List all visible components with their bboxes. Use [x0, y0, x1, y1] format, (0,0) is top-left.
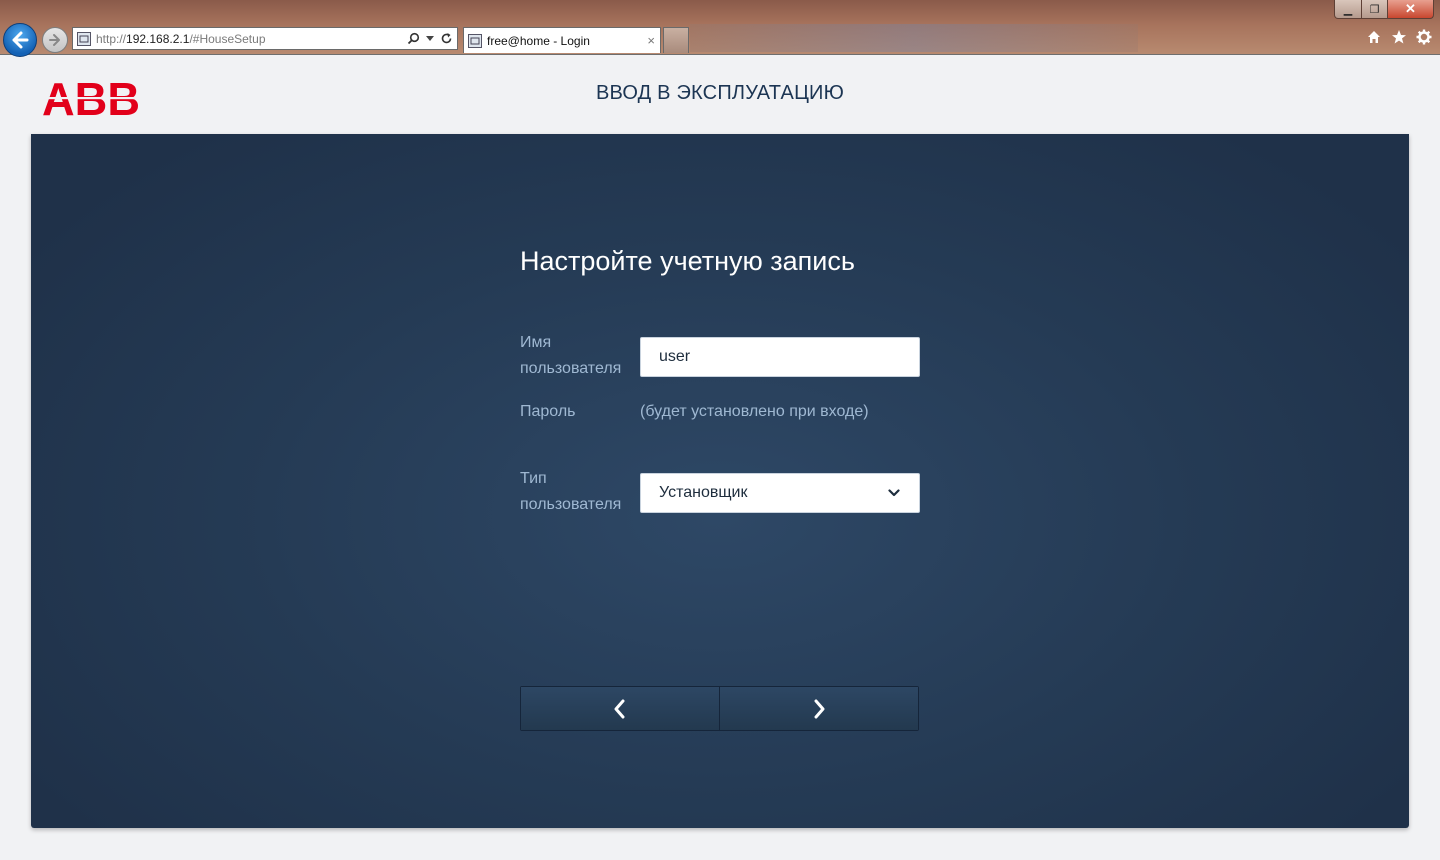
search-icon[interactable] — [407, 32, 420, 45]
new-tab-button[interactable] — [663, 27, 689, 53]
address-bar[interactable]: http://192.168.2.1/#HouseSetup — [72, 27, 458, 50]
tab-page-icon — [468, 33, 482, 48]
page-header: ABB ВВОД В ЭКСПЛУАТАЦИЮ — [0, 56, 1440, 134]
password-note: (будет установлено при входе) — [640, 403, 869, 420]
chevron-right-icon — [814, 699, 825, 718]
user-type-select[interactable]: Установщик — [640, 473, 920, 513]
minimize-button[interactable]: ▁ — [1334, 0, 1362, 19]
address-path: /#HouseSetup — [189, 31, 266, 46]
address-prefix: http:// — [96, 31, 127, 46]
address-actions — [407, 32, 457, 45]
browser-toolbar — [1365, 28, 1432, 45]
dropdown-arrow-icon[interactable] — [426, 35, 434, 42]
username-label: Имя пользователя — [520, 334, 622, 377]
window-controls: ▁ ❐ ✕ — [1334, 0, 1434, 19]
address-host: 192.168.2.1 — [126, 31, 190, 46]
back-step-button[interactable] — [521, 687, 719, 730]
back-button[interactable] — [3, 23, 37, 57]
titlebar-glass — [690, 24, 1138, 52]
chevron-down-icon — [888, 489, 900, 497]
maximize-button[interactable]: ❐ — [1362, 0, 1388, 19]
refresh-icon[interactable] — [440, 32, 453, 45]
user-type-value: Установщик — [659, 484, 748, 501]
wizard-navigation — [520, 686, 919, 731]
page-title: ВВОД В ЭКСПЛУАТАЦИЮ — [595, 82, 845, 104]
settings-gear-icon[interactable] — [1415, 28, 1432, 45]
next-step-button[interactable] — [719, 687, 918, 730]
form-title: Настройте учетную запись — [520, 246, 855, 276]
arrow-right-icon — [49, 34, 60, 46]
browser-chrome: ▁ ❐ ✕ http://192.168.2.1/#HouseSetup fre… — [0, 0, 1440, 57]
password-label: Пароль — [520, 403, 576, 420]
arrow-left-icon — [12, 31, 29, 49]
forward-button[interactable] — [42, 27, 68, 53]
user-type-label: Тип пользователя — [520, 470, 622, 513]
page-icon — [77, 31, 91, 46]
username-input[interactable] — [640, 337, 920, 377]
chevron-left-icon — [614, 699, 625, 718]
tab-title: free@home - Login — [487, 33, 590, 48]
favorites-star-icon[interactable] — [1390, 28, 1407, 45]
close-window-button[interactable]: ✕ — [1388, 0, 1434, 19]
home-icon[interactable] — [1365, 28, 1382, 45]
address-text: http://192.168.2.1/#HouseSetup — [96, 32, 266, 46]
tab-free-home-login[interactable]: free@home - Login × — [463, 27, 661, 53]
tab-close-icon[interactable]: × — [647, 33, 655, 48]
setup-panel: Настройте учетную запись Имя пользовател… — [31, 134, 1409, 828]
